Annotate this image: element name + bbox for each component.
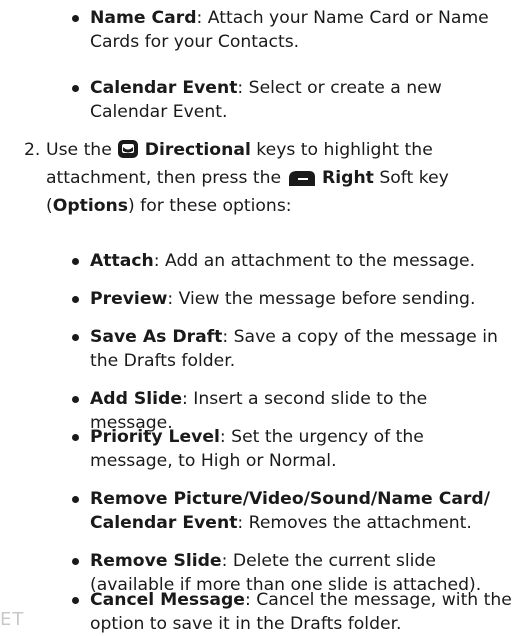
step-text: ) for these options: (128, 196, 292, 216)
bullet-term: Priority Level (90, 427, 220, 447)
right-label: Right (322, 168, 374, 188)
list-item: Calendar Event: Select or create a new C… (72, 76, 512, 124)
list-item: Remove Picture/Video/Sound/Name Card/ Ca… (72, 487, 512, 535)
list-item: Cancel Message: Cancel the message, with… (72, 588, 512, 636)
list-item: Attach: Add an attachment to the message… (72, 249, 512, 273)
numbered-step: 2. Use the Directional keys to highlight… (24, 138, 504, 218)
directional-key-icon (117, 139, 139, 166)
bullet-text: : View the message before sending. (167, 289, 476, 309)
step-text: Use the (46, 140, 118, 160)
right-soft-key-icon (287, 169, 317, 194)
list-item: Save As Draft: Save a copy of the messag… (72, 325, 512, 373)
bullet-text: : Add an attachment to the message. (153, 251, 476, 271)
bullet-term: Cancel Message (90, 590, 245, 610)
bullet-term: Add Slide (90, 389, 183, 409)
step-number: 2. (24, 140, 41, 160)
page-corner-mark: ET (0, 609, 25, 630)
list-item: Name Card: Attach your Name Card or Name… (72, 6, 512, 54)
bullet-term: Remove Slide (90, 551, 222, 571)
bullet-term: Save As Draft (90, 327, 223, 347)
bullet-term: Calendar Event (90, 78, 238, 98)
directional-label: Directional (144, 140, 251, 160)
bullet-text: : Removes the attachment. (237, 513, 472, 533)
options-label: Options (52, 196, 129, 216)
list-item: Priority Level: Set the urgency of the m… (72, 425, 512, 473)
list-item: Preview: View the message before sending… (72, 287, 512, 311)
bullet-term: Preview (90, 289, 168, 309)
bullet-term: Name Card (90, 8, 197, 28)
manual-page: Name Card: Attach your Name Card or Name… (0, 0, 519, 634)
bullet-term: Attach (90, 251, 154, 271)
